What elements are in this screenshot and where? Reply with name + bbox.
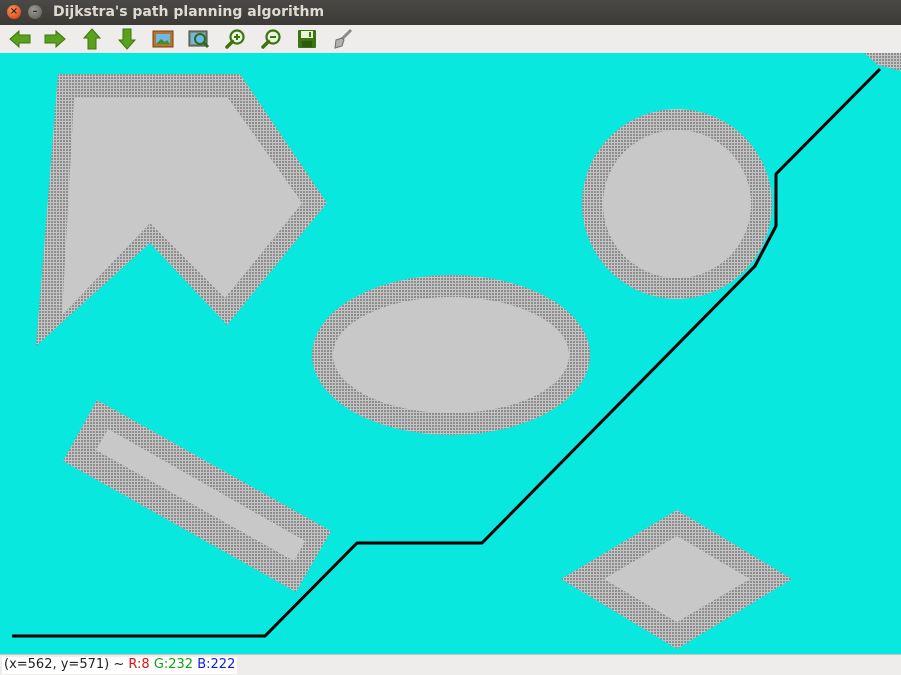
zoom-fit-button[interactable] (186, 27, 212, 51)
zoom-original-button[interactable] (150, 27, 176, 51)
obstacle-rotated-rectangle (63, 400, 331, 592)
obstacle-diamond (561, 510, 792, 649)
zoom-picture-icon (188, 30, 210, 49)
pixel-blue-value: B:222 (197, 657, 236, 672)
window-minimize-button[interactable]: – (28, 5, 42, 19)
cursor-coordinates: (x=562, y=571) ~ (4, 657, 125, 672)
arrow-down-icon (117, 28, 137, 50)
pan-left-button[interactable] (7, 27, 33, 51)
picture-icon (152, 30, 174, 48)
pixel-green-value: G:232 (153, 657, 194, 672)
arrow-right-icon (44, 29, 66, 49)
app-window: × – Dijkstra's path planning algorithm (… (0, 0, 901, 675)
window-close-button[interactable]: × (7, 5, 21, 19)
save-button[interactable] (294, 27, 320, 51)
obstacle-circle (582, 109, 772, 299)
zoom-out-button[interactable] (258, 27, 284, 51)
obstacle-ellipse (312, 275, 590, 435)
window-title: Dijkstra's path planning algorithm (53, 4, 325, 20)
arrow-up-icon (82, 28, 102, 50)
title-bar[interactable]: × – Dijkstra's path planning algorithm (0, 0, 901, 25)
map-canvas[interactable] (0, 53, 901, 654)
brush-icon (334, 28, 353, 49)
pan-right-button[interactable] (42, 27, 68, 51)
status-bar: (x=562, y=571) ~ R:8 G:232 B:222 (0, 654, 901, 675)
floppy-disk-icon (298, 30, 316, 48)
status-readout: (x=562, y=571) ~ R:8 G:232 B:222 (2, 657, 238, 674)
pan-down-button[interactable] (114, 27, 140, 51)
arrow-left-icon (9, 29, 31, 49)
goal-marker (864, 53, 901, 71)
pixel-red-value: R:8 (128, 657, 150, 672)
zoom-in-icon (225, 29, 245, 49)
pan-up-button[interactable] (79, 27, 105, 51)
zoom-in-button[interactable] (222, 27, 248, 51)
properties-button[interactable] (330, 27, 356, 51)
obstacle-chevron (36, 74, 327, 346)
toolbar (0, 25, 901, 54)
map-svg (12, 53, 901, 649)
zoom-out-icon (261, 29, 281, 49)
